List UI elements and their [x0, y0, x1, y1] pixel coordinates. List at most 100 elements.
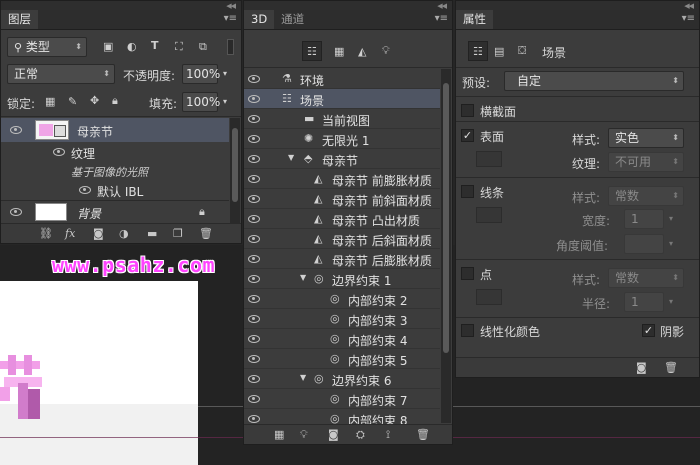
visibility-eye-icon[interactable] [248, 95, 260, 103]
visibility-eye-icon[interactable] [79, 186, 91, 194]
lock-transparent-icon[interactable]: ▦ [45, 96, 55, 107]
tree-row[interactable]: ▼ ◎ 边界约束 6 [244, 369, 440, 389]
layer-style-icon[interactable]: fx [65, 227, 75, 240]
tree-row[interactable]: ◎ 内部约束 2 [244, 289, 440, 309]
shape-filter-icon[interactable]: ⛶ [175, 41, 183, 52]
visibility-eye-icon[interactable] [53, 148, 65, 156]
expand-triangle-icon[interactable]: ▼ [300, 374, 306, 382]
filter-toggle[interactable] [227, 39, 234, 55]
visibility-eye-icon[interactable] [248, 275, 260, 283]
tree-row[interactable]: ◭ 母亲节 后斜面材质 [244, 229, 440, 249]
visibility-eye-icon[interactable] [10, 126, 22, 134]
visibility-eye-icon[interactable] [248, 355, 260, 363]
visibility-eye-icon[interactable] [248, 255, 260, 263]
filter-lights-icon[interactable]: 💡︎ [382, 45, 390, 56]
render-icon[interactable]: ⛭ [356, 428, 365, 442]
visibility-eye-icon[interactable] [248, 75, 260, 83]
layer-sub-row[interactable]: 纹理 [1, 142, 229, 162]
constraint-icon[interactable]: ⟟ [386, 428, 390, 442]
layers-scrollbar[interactable] [230, 118, 240, 223]
filter-whole-scene-button[interactable]: ☷ [302, 41, 322, 61]
ground-shadow-icon[interactable]: ◙ [328, 428, 339, 441]
panel-collapse-strip[interactable]: ◀◀ [1, 1, 241, 10]
layer-row[interactable]: 母亲节 [1, 118, 229, 142]
cross-section-checkbox[interactable] [461, 104, 474, 117]
points-color-swatch[interactable] [476, 289, 502, 305]
visibility-eye-icon[interactable] [248, 235, 260, 243]
tree-row[interactable]: ◭ 母亲节 前膨胀材质 [244, 169, 440, 189]
camera-props-icon[interactable]: ⛋ [518, 45, 526, 56]
radius-input[interactable]: 1 [624, 292, 664, 312]
tree-row[interactable]: ▬ 当前视图 [244, 109, 440, 129]
adjustment-layer-icon[interactable]: ◑ [119, 227, 129, 240]
layer-row[interactable]: 背景 🔒︎ [1, 201, 229, 223]
visibility-eye-icon[interactable] [248, 295, 260, 303]
3d-scrollbar[interactable] [441, 69, 451, 423]
visibility-eye-icon[interactable] [248, 155, 260, 163]
visibility-eye-icon[interactable] [248, 415, 260, 423]
linearize-colors-checkbox[interactable] [461, 324, 474, 337]
panel-collapse-strip[interactable]: ◀◀ [244, 1, 452, 10]
lines-checkbox[interactable] [461, 185, 474, 198]
delete-layer-icon[interactable]: 🗑︎ [199, 227, 213, 240]
tab-layers[interactable]: 图层 [1, 10, 38, 29]
render-settings-icon[interactable]: ◙ [636, 361, 647, 374]
tab-3d[interactable]: 3D [244, 10, 275, 29]
tree-row[interactable]: ▼ ⬘ 母亲节 [244, 149, 440, 169]
visibility-eye-icon[interactable] [248, 335, 260, 343]
lock-brush-icon[interactable]: ✎ [68, 96, 77, 107]
visibility-eye-icon[interactable] [248, 135, 260, 143]
expand-triangle-icon[interactable]: ▼ [288, 154, 294, 162]
preset-dropdown[interactable]: 自定 ⬍ [504, 71, 684, 91]
mesh-render-icon[interactable]: ▦ [274, 428, 284, 441]
lines-color-swatch[interactable] [476, 207, 502, 223]
smart-object-filter-icon[interactable]: ⧉ [199, 41, 207, 52]
fill-input[interactable]: 100% [182, 92, 220, 112]
filter-materials-icon[interactable]: ◭ [358, 46, 366, 57]
opacity-input[interactable]: 100% [182, 64, 220, 84]
panel-menu-icon[interactable]: ▾≡ [224, 13, 237, 24]
blend-mode-dropdown[interactable]: 正常 ⬍ [7, 64, 115, 84]
surface-checkbox[interactable]: ✓ [461, 129, 474, 142]
delete-icon[interactable]: 🗑︎ [664, 361, 678, 374]
texture-dropdown[interactable]: 不可用 ⬍ [608, 152, 684, 172]
link-layers-icon[interactable]: ⛓ [39, 227, 53, 240]
layer-filter-dropdown[interactable]: ⚲ 类型 ⬍ [7, 37, 87, 57]
visibility-eye-icon[interactable] [248, 215, 260, 223]
new-group-icon[interactable]: ▬ [147, 227, 157, 240]
visibility-eye-icon[interactable] [10, 208, 22, 216]
opacity-slider-arrow[interactable]: ▾ [223, 70, 227, 78]
tree-row[interactable]: ◭ 母亲节 后膨胀材质 [244, 249, 440, 269]
tree-row[interactable]: ⚗ 环境 [244, 69, 440, 89]
angle-threshold-input[interactable] [624, 234, 664, 254]
visibility-eye-icon[interactable] [248, 395, 260, 403]
angle-slider-arrow[interactable]: ▾ [669, 240, 673, 248]
tree-row[interactable]: ✺ 无限光 1 [244, 129, 440, 149]
panel-menu-icon[interactable]: ▾≡ [682, 13, 695, 24]
visibility-eye-icon[interactable] [248, 175, 260, 183]
lock-move-icon[interactable]: ✥ [90, 95, 99, 106]
add-light-icon[interactable]: 💡︎ [300, 428, 308, 442]
fill-slider-arrow[interactable]: ▾ [223, 98, 227, 106]
tree-row[interactable]: ▼ ◎ 边界约束 1 [244, 269, 440, 289]
delete-icon[interactable]: 🗑︎ [416, 428, 430, 441]
lock-all-icon[interactable]: 🔒︎ [112, 95, 118, 106]
tree-row[interactable]: ☷ 场景 [244, 89, 440, 109]
panel-collapse-strip[interactable]: ◀◀ [456, 1, 699, 10]
expand-triangle-icon[interactable]: ▼ [300, 274, 306, 282]
radius-slider-arrow[interactable]: ▾ [669, 298, 673, 306]
visibility-eye-icon[interactable] [248, 195, 260, 203]
panel-menu-icon[interactable]: ▾≡ [435, 13, 448, 24]
filter-meshes-icon[interactable]: ▦ [334, 46, 344, 57]
visibility-eye-icon[interactable] [248, 115, 260, 123]
scene-props-button[interactable]: ☷ [468, 41, 488, 61]
tree-row[interactable]: ◭ 母亲节 凸出材质 [244, 209, 440, 229]
pixel-filter-icon[interactable]: ▣ [103, 41, 113, 52]
visibility-eye-icon[interactable] [248, 315, 260, 323]
tree-row[interactable]: ◎ 内部约束 7 [244, 389, 440, 409]
width-input[interactable]: 1 [624, 209, 664, 229]
points-style-dropdown[interactable]: 常数 ⬍ [608, 268, 684, 288]
tree-row[interactable]: ◎ 内部约束 4 [244, 329, 440, 349]
environment-props-icon[interactable]: ▤ [494, 46, 504, 57]
layer-sub-row[interactable]: 基于图像的光照 [1, 162, 229, 180]
